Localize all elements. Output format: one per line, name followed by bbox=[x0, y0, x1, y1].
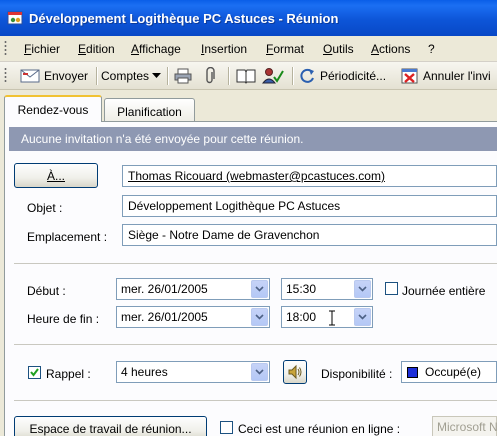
reminder-combo[interactable]: 4 heures bbox=[116, 361, 270, 383]
paperclip-icon bbox=[206, 67, 215, 84]
to-button[interactable]: À... bbox=[14, 163, 98, 188]
menu-format[interactable]: Format bbox=[266, 42, 304, 56]
section-divider bbox=[14, 344, 497, 345]
recurrence-icon bbox=[300, 68, 314, 83]
toolbar-separator bbox=[228, 67, 229, 85]
checkmark-icon bbox=[30, 368, 39, 377]
send-button-label: Envoyer bbox=[44, 69, 89, 83]
cancel-invitation-button[interactable]: Annuler l'invi bbox=[400, 66, 491, 86]
chevron-down-icon bbox=[358, 314, 367, 320]
recurrence-button-label: Périodicité... bbox=[320, 69, 387, 83]
availability-label: Disponibilité : bbox=[321, 367, 393, 381]
online-meeting-checkbox[interactable] bbox=[220, 421, 233, 434]
print-button[interactable] bbox=[174, 66, 192, 86]
all-day-label: Journée entière bbox=[402, 284, 486, 298]
section-divider bbox=[14, 400, 497, 401]
online-meeting-label: Ceci est une réunion en ligne : bbox=[238, 422, 401, 436]
availability-combo[interactable]: Occupé(e) bbox=[401, 361, 497, 383]
chevron-down-icon bbox=[255, 314, 264, 320]
start-date-dropdown-button[interactable] bbox=[251, 280, 268, 298]
end-label: Heure de fin : bbox=[27, 312, 100, 326]
address-book-button[interactable] bbox=[236, 66, 256, 86]
start-time-dropdown-button[interactable] bbox=[354, 280, 371, 298]
toolbar-separator bbox=[167, 67, 168, 85]
reminder-sound-button[interactable] bbox=[283, 360, 307, 384]
address-book-icon bbox=[236, 69, 256, 84]
subject-label: Objet : bbox=[27, 201, 63, 215]
reminder-label: Rappel : bbox=[46, 367, 91, 381]
menu-grip-handle[interactable] bbox=[4, 40, 7, 57]
start-label: Début : bbox=[27, 284, 66, 298]
end-date-dropdown-button[interactable] bbox=[251, 308, 268, 326]
start-time-combo[interactable]: 15:30 bbox=[281, 278, 373, 300]
meeting-app-icon bbox=[7, 11, 23, 25]
send-envelope-icon bbox=[20, 69, 40, 83]
accounts-dropdown-button[interactable]: Comptes bbox=[101, 66, 162, 86]
to-button-label: À... bbox=[46, 169, 65, 183]
window-title: Développement Logithèque PC Astuces - Ré… bbox=[29, 11, 339, 26]
meeting-workspace-button[interactable]: Espace de travail de réunion... bbox=[14, 416, 207, 436]
reminder-checkbox[interactable] bbox=[28, 366, 41, 379]
attach-file-button[interactable] bbox=[204, 66, 216, 86]
location-input[interactable]: Siège - Notre Dame de Gravenchon bbox=[122, 224, 497, 246]
online-provider-combo[interactable]: Microsoft N bbox=[432, 416, 497, 436]
location-label: Emplacement : bbox=[27, 230, 108, 244]
text-cursor-icon bbox=[329, 310, 335, 326]
end-time-combo[interactable]: 18:00 bbox=[281, 306, 373, 328]
start-date-value: mer. 26/01/2005 bbox=[121, 282, 208, 296]
all-day-checkbox[interactable] bbox=[385, 282, 398, 295]
toolbar-separator bbox=[292, 67, 293, 85]
to-field[interactable]: Thomas Ricouard (webmaster@pcastuces.com… bbox=[122, 165, 497, 187]
menu-affichage[interactable]: Affichage bbox=[131, 42, 181, 56]
printer-icon bbox=[174, 68, 192, 84]
end-time-value: 18:00 bbox=[286, 310, 317, 324]
form-tabs: Rendez-vous Planification bbox=[0, 95, 497, 122]
cancel-invitation-icon bbox=[401, 68, 418, 84]
to-recipient[interactable]: Thomas Ricouard (webmaster@pcastuces.com… bbox=[128, 169, 385, 183]
tab-planification[interactable]: Planification bbox=[104, 98, 195, 122]
recurrence-button[interactable]: Périodicité... bbox=[298, 66, 386, 86]
reminder-value: 4 heures bbox=[121, 365, 168, 379]
tab-rendez-vous[interactable]: Rendez-vous bbox=[4, 95, 102, 122]
dropdown-arrow-icon bbox=[152, 73, 162, 78]
busy-color-swatch bbox=[407, 367, 418, 378]
send-button[interactable]: Envoyer bbox=[20, 66, 88, 86]
chevron-down-icon bbox=[255, 369, 264, 375]
toolbar-separator bbox=[96, 67, 97, 85]
toolbar-grip-handle[interactable] bbox=[4, 67, 7, 84]
menu-actions[interactable]: Actions bbox=[371, 42, 410, 56]
end-time-dropdown-button[interactable] bbox=[354, 308, 371, 326]
menu-insertion[interactable]: Insertion bbox=[201, 42, 247, 56]
info-bar: Aucune invitation n'a été envoyée pour c… bbox=[9, 127, 497, 151]
end-date-value: mer. 26/01/2005 bbox=[121, 310, 208, 324]
subject-input[interactable]: Développement Logithèque PC Astuces bbox=[122, 195, 497, 217]
accounts-button-label: Comptes bbox=[101, 69, 150, 83]
menu-edition[interactable]: Edition bbox=[78, 42, 115, 56]
chevron-down-icon bbox=[255, 286, 264, 292]
title-bar: Développement Logithèque PC Astuces - Ré… bbox=[0, 0, 497, 36]
menu-outils[interactable]: Outils bbox=[323, 42, 354, 56]
chevron-down-icon bbox=[358, 286, 367, 292]
speaker-icon bbox=[288, 364, 302, 380]
menu-fichier[interactable]: Fichier bbox=[24, 42, 60, 56]
section-divider bbox=[14, 263, 497, 264]
menu-help[interactable]: ? bbox=[428, 42, 435, 56]
end-date-combo[interactable]: mer. 26/01/2005 bbox=[116, 306, 270, 328]
start-date-combo[interactable]: mer. 26/01/2005 bbox=[116, 278, 270, 300]
check-names-button[interactable] bbox=[262, 66, 284, 86]
online-provider-value: Microsoft N bbox=[437, 420, 497, 434]
standard-toolbar: Envoyer Comptes Périodicité... Annuler l… bbox=[0, 62, 497, 90]
reminder-dropdown-button[interactable] bbox=[251, 363, 268, 381]
menu-bar: Fichier Edition Affichage Insertion Form… bbox=[0, 36, 497, 62]
tab-rendez-vous-label: Rendez-vous bbox=[17, 103, 89, 117]
check-names-icon bbox=[262, 68, 284, 84]
availability-value: Occupé(e) bbox=[425, 365, 482, 379]
tab-planification-label: Planification bbox=[117, 105, 182, 119]
meeting-workspace-label: Espace de travail de réunion... bbox=[29, 422, 192, 436]
cancel-invitation-label: Annuler l'invi bbox=[423, 69, 491, 83]
start-time-value: 15:30 bbox=[286, 282, 317, 296]
